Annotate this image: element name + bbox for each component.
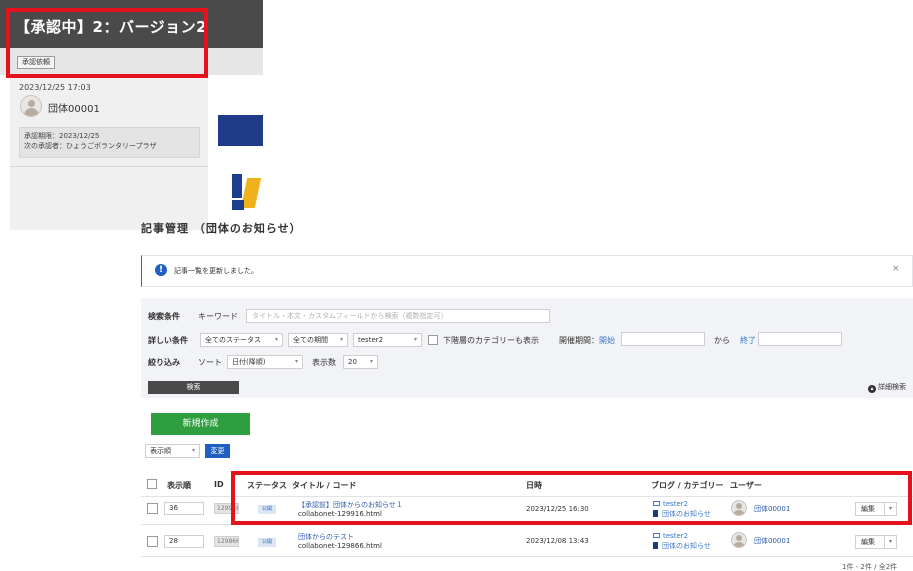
end-label: 終了 — [740, 336, 756, 345]
period-start-input[interactable] — [621, 332, 705, 346]
per-page-label: 表示数 — [312, 358, 336, 367]
category-link[interactable]: 団体のお知らせ — [653, 542, 711, 550]
new-article-button[interactable]: 新規作成 — [151, 413, 250, 435]
sort-select[interactable]: 日付(降順) ▾ — [227, 355, 303, 369]
article-code: collabonet-129866.html — [298, 542, 382, 550]
divider — [141, 556, 913, 557]
highlight-box-title — [6, 8, 208, 78]
chevron-down-icon: ▾ — [369, 358, 373, 365]
change-button[interactable]: 変更 — [205, 444, 230, 458]
status-select[interactable]: 全てのステータス ▾ — [200, 333, 283, 347]
detail-conditions-label: 詳しい条件 — [148, 336, 188, 345]
group-name: 団体00001 — [48, 104, 100, 115]
highlight-box-row — [231, 471, 912, 525]
period-end-input[interactable] — [758, 332, 842, 346]
article-title-link[interactable]: 団体からのテスト — [298, 532, 354, 542]
approval-deadline: 承認期限：2023/12/25 — [24, 132, 100, 140]
avatar — [731, 532, 747, 548]
close-icon[interactable]: × — [892, 264, 900, 274]
user-link[interactable]: 団体00001 — [754, 536, 790, 546]
order-input[interactable]: 28 — [164, 535, 204, 548]
row-checkbox[interactable] — [147, 503, 158, 514]
sort-label: ソート — [198, 358, 222, 367]
preview-banner — [218, 115, 263, 146]
period-select[interactable]: 全ての期間 ▾ — [288, 333, 348, 347]
chevron-down-icon: ▾ — [413, 336, 417, 343]
approval-date: 2023/12/25 17:03 — [19, 83, 91, 92]
order-select[interactable]: 表示順 ▾ — [145, 444, 200, 458]
blog-icon — [653, 533, 660, 538]
category-icon — [653, 542, 658, 549]
notice-message: 記事一覧を更新しました。 — [174, 267, 258, 275]
subcategory-checkbox[interactable] — [428, 335, 438, 345]
per-page-select[interactable]: 20 ▾ — [343, 355, 378, 369]
filter-label: 絞り込み — [148, 358, 180, 367]
article-date: 2023/12/08 13:43 — [526, 537, 589, 545]
pagination-summary: 1件 - 2件 / 全2件 — [842, 563, 898, 571]
chevron-down-icon[interactable]: ▾ — [884, 536, 896, 548]
header-id[interactable]: ID — [214, 480, 224, 489]
divider — [10, 166, 208, 167]
subcategory-label: 下階層のカテゴリーも表示 — [443, 336, 539, 345]
logo-fragment — [232, 174, 263, 214]
chevron-down-icon: ▾ — [274, 336, 278, 343]
search-button[interactable]: 検索 — [148, 381, 239, 394]
page-title: 記事管理 （団体のお知らせ） — [141, 222, 302, 235]
edit-button[interactable]: 編集 ▾ — [855, 535, 897, 549]
id-field: 129866 — [214, 536, 239, 547]
avatar — [20, 95, 42, 117]
search-conditions-label: 検索条件 — [148, 312, 180, 321]
next-approver: 次の承認者：ひょうごボランタリープラザ — [24, 142, 157, 150]
advanced-search-link[interactable]: ▴ 詳細検索 — [868, 382, 906, 393]
user-select[interactable]: tester2 ▾ — [353, 333, 422, 347]
chevron-down-icon: ▾ — [294, 358, 298, 365]
info-icon: ! — [155, 264, 167, 276]
blog-link[interactable]: tester2 — [653, 532, 688, 540]
header-order[interactable]: 表示順 — [167, 480, 191, 491]
from-label: から — [714, 336, 730, 345]
keyword-input[interactable]: タイトル・本文・カスタムフィールドから検索（複数指定可） — [246, 309, 550, 323]
event-period-label: 開催期間：開始 — [559, 336, 615, 345]
keyword-label: キーワード — [198, 312, 238, 321]
row-checkbox[interactable] — [147, 536, 158, 547]
status-badge: 公開 — [258, 538, 276, 547]
order-input[interactable]: 36 — [164, 502, 204, 515]
approval-info-box: 承認期限：2023/12/25 次の承認者：ひょうごボランタリープラザ — [19, 127, 200, 158]
chevron-up-icon: ▴ — [868, 385, 876, 393]
chevron-down-icon: ▾ — [339, 336, 343, 343]
select-all-checkbox[interactable] — [147, 479, 157, 489]
chevron-down-icon: ▾ — [191, 447, 195, 454]
